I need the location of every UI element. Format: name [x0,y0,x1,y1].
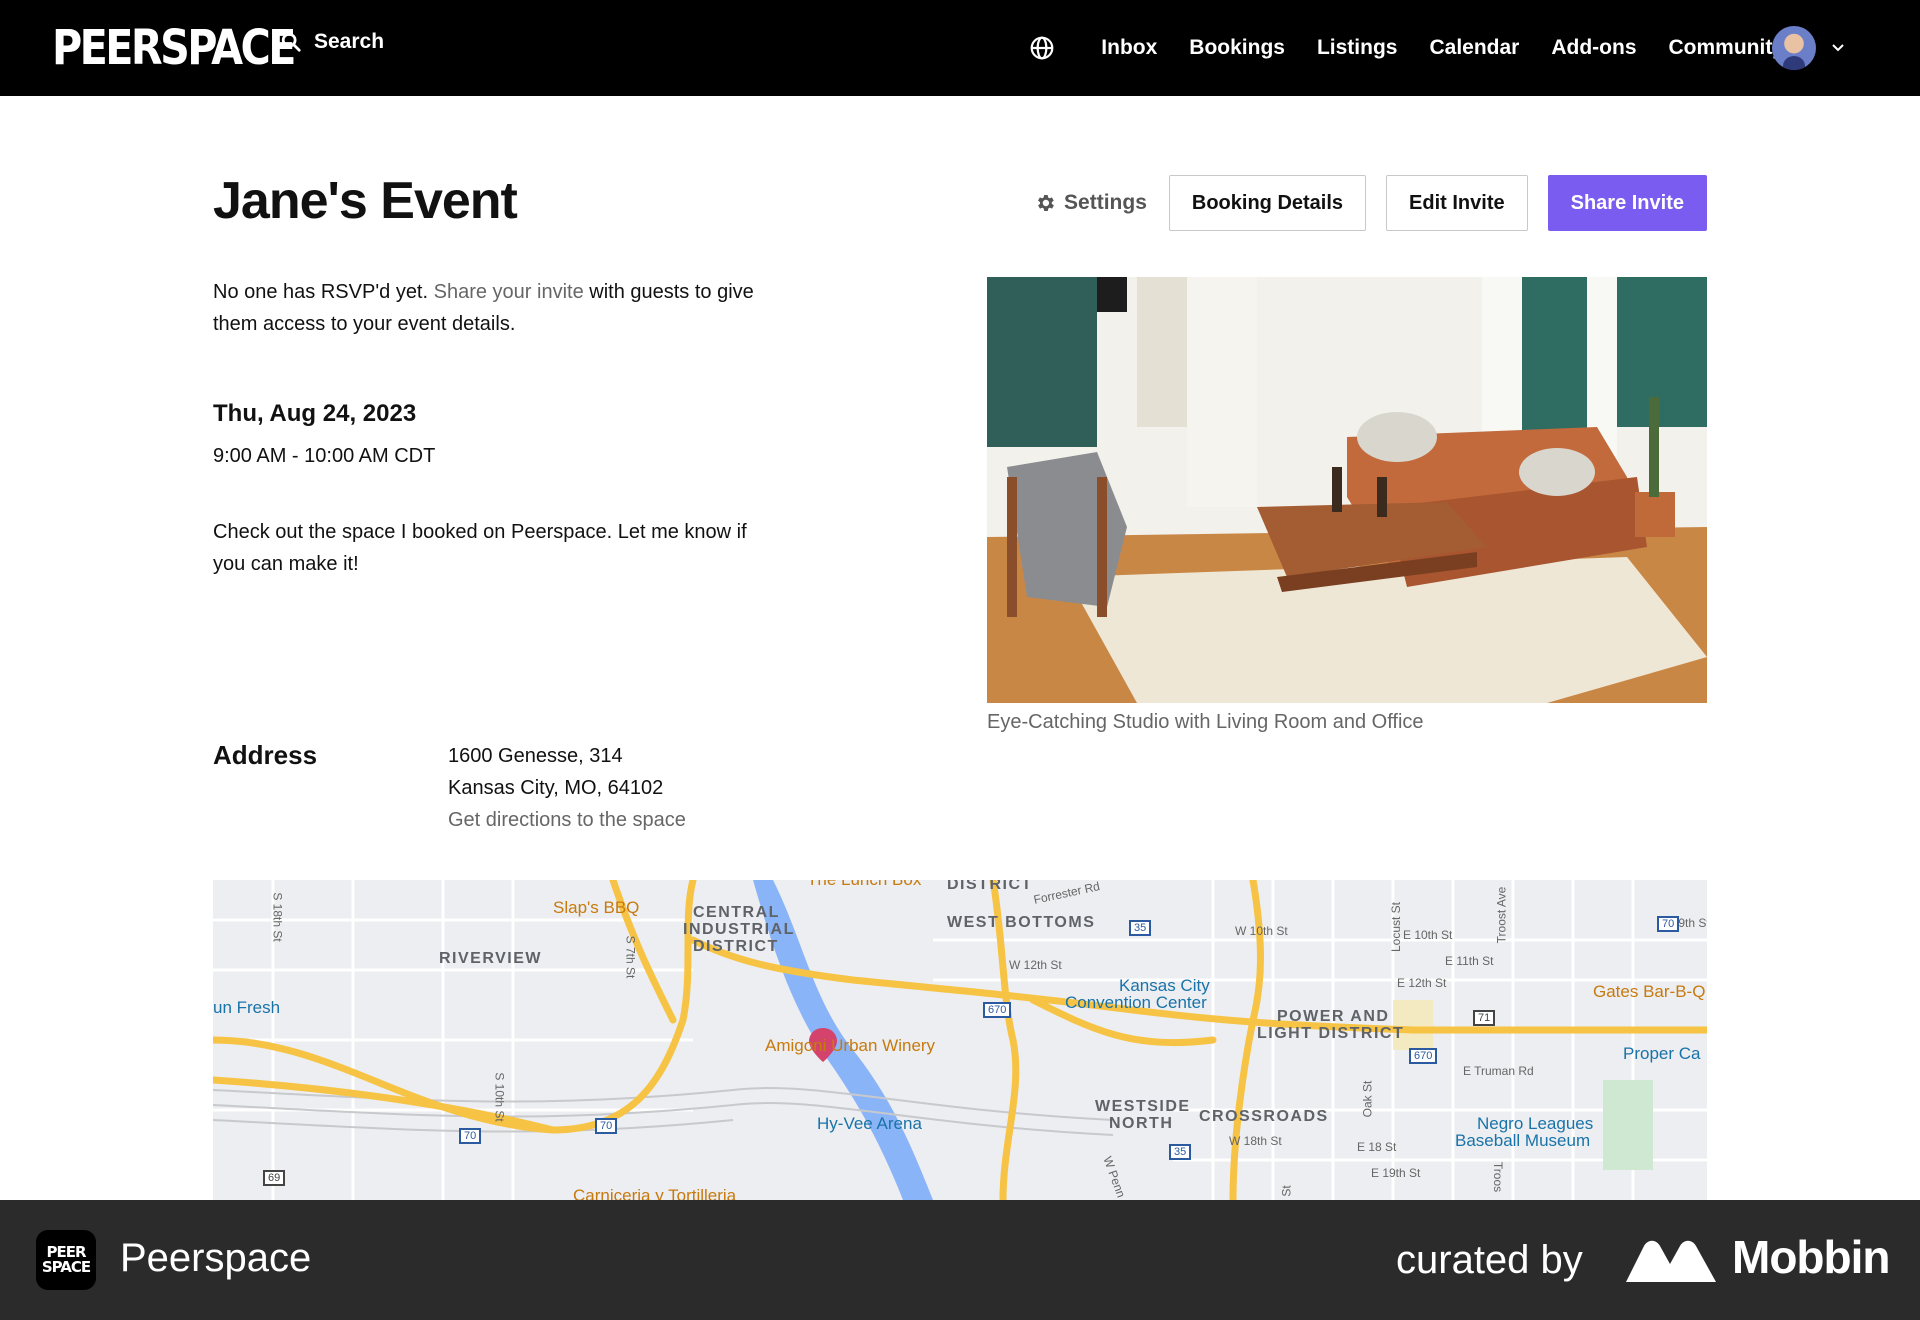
curated-by-label: curated by [1396,1238,1583,1282]
street-label: E 12th St [1397,976,1447,990]
street-label: W 12th St [1009,958,1062,972]
search-label: Search [314,30,385,53]
share-invite-button[interactable]: Share Invite [1547,175,1707,231]
chevron-down-icon [1832,44,1844,52]
poi-label[interactable]: Hy-Vee Arena [817,1114,922,1134]
rsvp-text-start: No one has RSVP'd yet. [213,281,434,303]
highway-shield: 69 [263,1170,286,1186]
street-label: S 7th St [623,935,638,979]
avatar [1772,26,1816,70]
nav-link-bookings[interactable]: Bookings [1189,36,1285,60]
street-label: Oak St [1360,1080,1375,1118]
highway-shield: 70 [595,1118,618,1134]
account-menu[interactable] [1772,26,1846,70]
peerspace-app-icon: PEER SPACE [36,1230,96,1290]
event-date: Thu, Aug 24, 2023 [213,400,417,427]
street-label: S 18th St [270,892,285,942]
highway-shield: 71 [1473,1010,1496,1026]
nav-link-community[interactable]: Community [1669,36,1785,60]
street-label: W 10th St [1235,924,1288,938]
poi-label[interactable]: The Lunch Box [807,880,921,890]
poi-label[interactable]: Slap's BBQ [553,898,639,918]
footer-bar: PEER SPACE Peerspace curated by Mobbin [0,1200,1920,1320]
nav-link-calendar[interactable]: Calendar [1429,36,1519,60]
photo-caption: Eye-Catching Studio with Living Room and… [987,711,1424,733]
settings-button[interactable]: Settings [1034,191,1147,215]
street-label: E 19th St [1371,1166,1421,1180]
district-label: RIVERVIEW [439,950,542,967]
district-label: DISTRICT [947,880,1033,893]
search-button[interactable]: Search [280,30,384,54]
street-label: Locust St [1389,901,1404,953]
street-label: St [1279,1185,1294,1197]
district-label: CROSSROADS [1199,1108,1329,1125]
event-time: 9:00 AM - 10:00 AM CDT [213,445,436,467]
poi-label[interactable]: Gates Bar-B-Q [1593,982,1705,1002]
district-label: CENTRAL [693,904,780,921]
highway-shield: 70 [459,1128,482,1144]
address-block: 1600 Genesse, 314 Kansas City, MO, 64102… [448,740,686,836]
event-actions: Settings Booking Details Edit Invite Sha… [1034,175,1707,231]
settings-label: Settings [1064,191,1147,214]
highway-shield: 670 [1409,1048,1438,1064]
street-label: W 18th St [1229,1134,1282,1148]
district-label: WEST BOTTOMS [947,914,1096,931]
gear-icon [1038,195,1054,211]
address-line-2: Kansas City, MO, 64102 [448,777,664,799]
street-label: Troost Ave [1494,886,1509,944]
mobbin-brand: Mobbin [1732,1231,1890,1283]
street-label: E Truman Rd [1463,1064,1534,1078]
poi-label[interactable]: un Fresh [213,998,280,1018]
poi-label[interactable]: Proper Ca [1623,1044,1700,1064]
location-map[interactable]: CENTRAL INDUSTRIAL DISTRICT DISTRICT WES… [213,880,1707,1200]
highway-shield: 70 [1657,916,1680,932]
highway-shield: 670 [983,1002,1012,1018]
nav-link-inbox[interactable]: Inbox [1101,36,1157,60]
space-photo[interactable] [987,277,1707,703]
app-icon-text-line-2: SPACE [41,1258,91,1276]
nav-links: Inbox Bookings Listings Calendar Add-ons… [1029,0,1784,96]
highway-shield: 35 [1169,1144,1192,1160]
app-name: Peerspace [120,1236,312,1280]
poi-label[interactable]: Convention Center [1065,993,1207,1013]
poi-label[interactable]: Amigoni Urban Winery [765,1036,935,1056]
nav-link-add-ons[interactable]: Add-ons [1551,36,1636,60]
district-label: LIGHT DISTRICT [1257,1025,1405,1042]
search-icon [281,32,301,52]
edit-invite-button[interactable]: Edit Invite [1386,175,1528,231]
app-icon-text: PEER SPACE [41,1245,91,1276]
highway-shield: 35 [1129,920,1152,936]
top-navigation: PEERSPACE Search Inbox Bookings Listings… [0,0,1920,96]
address-heading: Address [213,740,318,770]
street-label: E 10th St [1403,928,1453,942]
globe-icon[interactable] [1029,35,1055,61]
peerspace-logo[interactable]: PEERSPACE [52,22,296,74]
district-label: WESTSIDE [1095,1098,1191,1115]
street-label: E 11th St [1445,954,1494,968]
rsvp-status-text: No one has RSVP'd yet. Share your invite… [213,276,773,340]
page-title: Jane's Event [213,172,518,230]
poi-label[interactable]: Baseball Museum [1455,1131,1590,1151]
booking-details-button[interactable]: Booking Details [1168,175,1367,231]
address-line-1: 1600 Genesse, 314 [448,745,623,767]
share-invite-link[interactable]: Share your invite [434,281,584,303]
event-message: Check out the space I booked on Peerspac… [213,521,747,575]
street-label: Troos [1491,1161,1506,1193]
mobbin-logo-icon [1626,1240,1716,1282]
district-label: NORTH [1109,1115,1174,1132]
get-directions-link[interactable]: Get directions to the space [448,804,686,836]
district-label: POWER AND [1277,1008,1390,1025]
district-label: DISTRICT [693,938,779,955]
living-room-photo [987,277,1707,703]
poi-label[interactable]: Carniceria y Tortilleria [573,1186,736,1200]
street-label: S 10th St [492,1072,507,1122]
nav-link-listings[interactable]: Listings [1317,36,1398,60]
district-label: INDUSTRIAL [683,921,795,938]
street-label: E 18 St [1357,1140,1397,1154]
